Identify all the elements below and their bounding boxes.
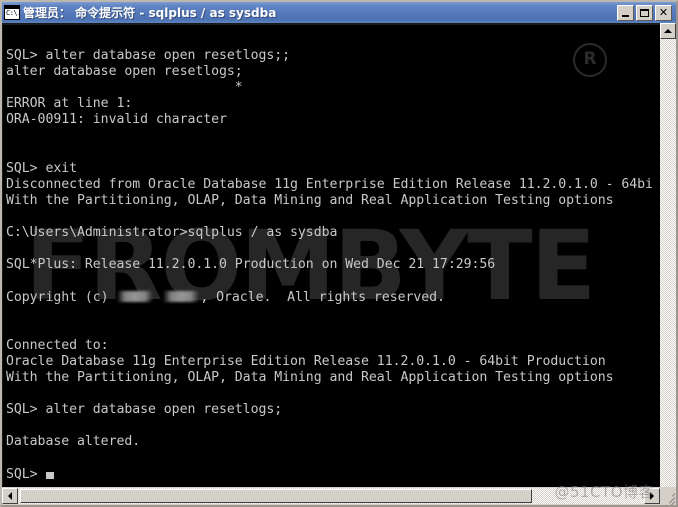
text-cursor [46, 471, 55, 479]
terminal-line: With the Partitioning, OLAP, Data Mining… [6, 369, 614, 385]
maximize-icon [640, 8, 649, 17]
window-titlebar[interactable]: C:\. 管理员： 命令提示符 - sqlplus / as sysdba ✕ [2, 2, 676, 23]
terminal-line: C:\Users\Administrator>sqlplus / as sysd… [6, 225, 338, 241]
terminal-line: SQL> alter database open resetlogs;; [6, 48, 291, 64]
command-prompt-window: C:\. 管理员： 命令提示符 - sqlplus / as sysdba ✕ … [0, 0, 678, 507]
terminal-line: * [6, 80, 243, 96]
terminal-line: Oracle Database 11g Enterprise Edition R… [6, 353, 606, 369]
terminal-line: ORA-00911: invalid character [6, 112, 227, 128]
copyright-prefix: Copyright (c) [6, 289, 117, 305]
vertical-scroll-track[interactable] [660, 39, 676, 489]
maximize-button[interactable] [636, 4, 653, 21]
terminal-line: SQL> alter database open resetlogs; [6, 402, 283, 418]
terminal-line: SQL> [6, 467, 653, 483]
minimize-button[interactable] [617, 4, 634, 21]
copyright-gap [154, 290, 162, 305]
redacted-year-start [117, 290, 154, 302]
close-icon: ✕ [658, 5, 669, 19]
scroll-up-button[interactable] [660, 23, 676, 39]
terminal-line: Disconnected from Oracle Database 11g En… [6, 176, 653, 192]
horizontal-scrollbar[interactable] [2, 487, 676, 505]
terminal-line: ERROR at line 1: [6, 96, 133, 112]
window-title: 管理员： 命令提示符 - sqlplus / as sysdba [23, 6, 277, 20]
chevron-left-icon [8, 492, 12, 500]
window-controls: ✕ [617, 4, 672, 21]
copyright-suffix: , Oracle. All rights reserved. [200, 289, 445, 305]
close-button[interactable]: ✕ [655, 4, 672, 21]
terminal-line: Connected to: [6, 337, 109, 353]
terminal-line: With the Partitioning, OLAP, Data Mining… [6, 192, 614, 208]
console-icon: C:\. [4, 5, 20, 20]
horizontal-scroll-thumb[interactable] [20, 489, 532, 503]
console-icon-text: C:\. [6, 9, 20, 17]
chevron-right-icon [650, 492, 654, 500]
terminal-screen[interactable]: FROMBYTE R SQL> alter database open rese… [2, 23, 660, 485]
scroll-right-button[interactable] [644, 488, 660, 504]
terminal-line: Database altered. [6, 434, 141, 450]
vertical-scrollbar[interactable] [660, 23, 676, 505]
terminal-line: Copyright (c) , Oracle. All rights reser… [6, 290, 653, 306]
window-resize-grip[interactable] [660, 488, 676, 505]
redacted-year-end [163, 290, 200, 302]
minimize-icon [622, 14, 629, 17]
terminal-line: alter database open resetlogs; [6, 64, 243, 80]
scroll-left-button[interactable] [2, 488, 18, 504]
console-area: FROMBYTE R SQL> alter database open rese… [2, 23, 676, 505]
terminal-line: SQL*Plus: Release 11.2.0.1.0 Production … [6, 257, 496, 273]
terminal-output: SQL> alter database open resetlogs;; alte… [6, 32, 653, 483]
sql-prompt: SQL> [6, 466, 46, 482]
chevron-up-icon [664, 29, 672, 33]
terminal-line: SQL> exit [6, 160, 78, 176]
